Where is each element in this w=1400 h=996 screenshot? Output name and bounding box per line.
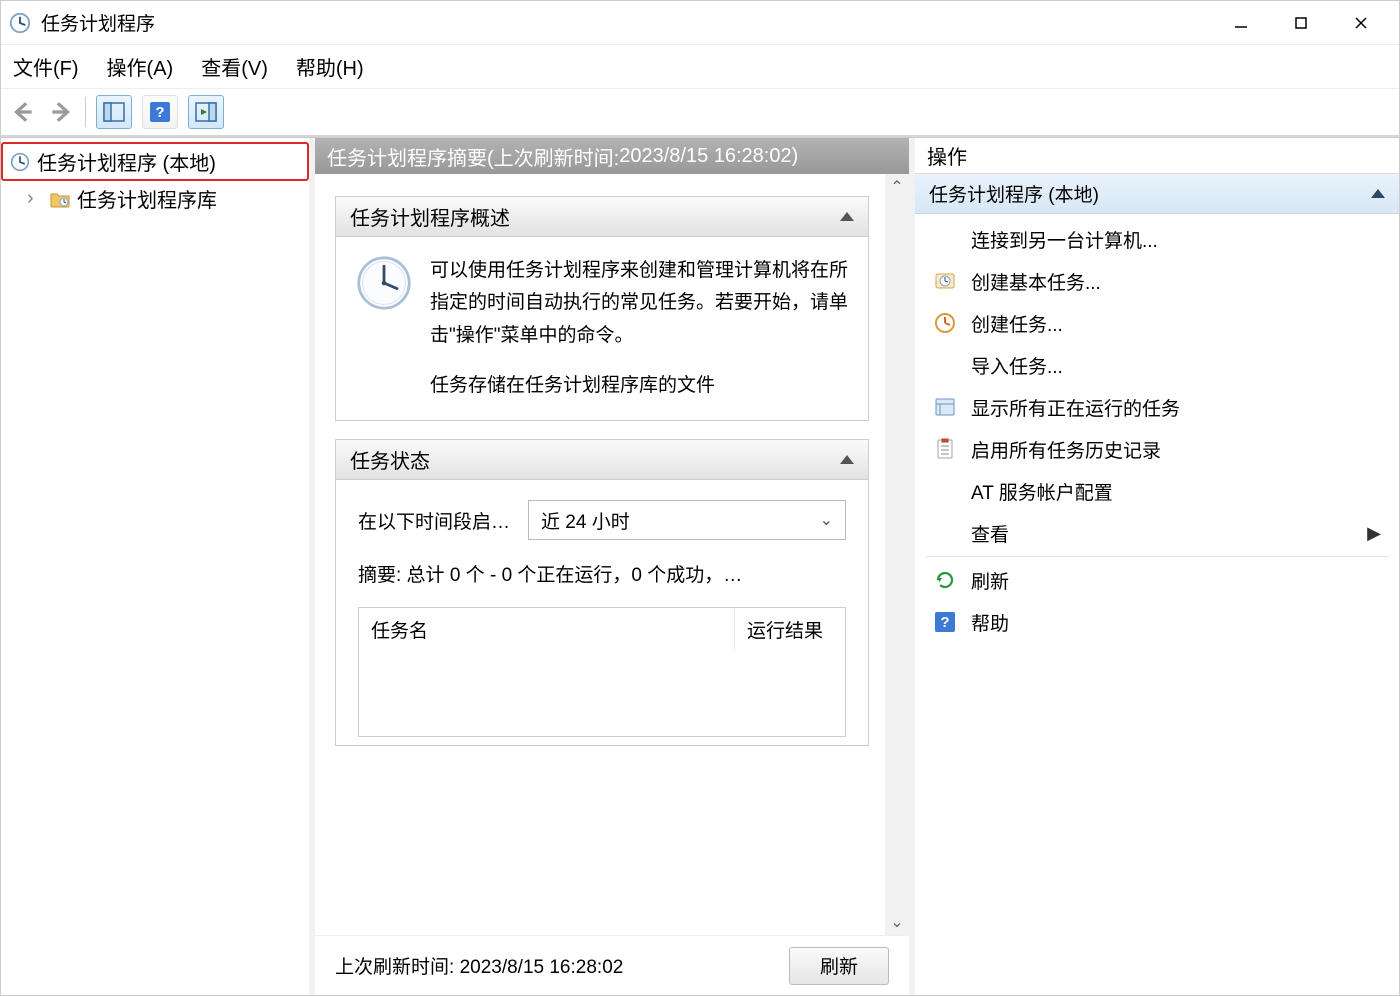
action-label: 启用所有任务历史记录 — [971, 436, 1161, 463]
vertical-scrollbar[interactable]: ⌃ ⌄ — [885, 174, 909, 935]
collapse-icon — [840, 212, 854, 221]
blank-icon — [933, 353, 957, 377]
center-header-suffix: ) — [792, 145, 799, 168]
refresh-button-label: 刷新 — [820, 952, 858, 979]
status-summary: 摘要: 总计 0 个 - 0 个正在运行，0 个成功，… — [358, 560, 846, 587]
col-task-name[interactable]: 任务名 — [359, 608, 735, 651]
scroll-down-icon[interactable]: ⌄ — [885, 909, 909, 935]
footer-time: 2023/8/15 16:28:02 — [460, 957, 624, 978]
toggle-tree-button[interactable] — [96, 95, 132, 129]
app-clock-icon — [9, 12, 31, 34]
action-show-running[interactable]: 显示所有正在运行的任务 — [915, 386, 1399, 428]
overview-section: 任务计划程序概述 可以使用任务计划程序来创建和管理计算机将在所指定的时间自动执行… — [335, 196, 869, 421]
create-basic-task-icon — [933, 269, 957, 293]
action-at-account[interactable]: AT 服务帐户配置 — [915, 470, 1399, 512]
status-header[interactable]: 任务状态 — [336, 440, 868, 480]
help-toolbar-button[interactable]: ? — [142, 95, 178, 129]
overview-text: 可以使用任务计划程序来创建和管理计算机将在所指定的时间自动执行的常见任务。若要开… — [430, 255, 848, 352]
menu-view[interactable]: 查看(V) — [201, 52, 268, 81]
center-footer: 上次刷新时间: 2023/8/15 16:28:02 刷新 — [315, 935, 909, 995]
chevron-right-icon: ▶ — [1367, 523, 1381, 544]
blank-icon — [933, 521, 957, 545]
action-label: 帮助 — [971, 609, 1009, 636]
status-section: 任务状态 在以下时间段启… 近 24 小时 ⌄ 摘要: 总 — [335, 439, 869, 746]
action-label: AT 服务帐户配置 — [971, 478, 1113, 505]
action-label: 创建基本任务... — [971, 268, 1101, 295]
action-label: 连接到另一台计算机... — [971, 226, 1158, 253]
tree-item-library[interactable]: › 任务计划程序库 — [1, 181, 309, 216]
close-button[interactable] — [1331, 3, 1391, 43]
menu-help[interactable]: 帮助(H) — [296, 52, 364, 81]
footer-label: 上次刷新时间: — [335, 957, 460, 978]
chevron-down-icon: ⌄ — [820, 510, 833, 530]
titlebar: 任务计划程序 — [1, 1, 1399, 45]
tasks-table: 任务名 运行结果 — [358, 607, 846, 737]
action-connect-computer[interactable]: 连接到另一台计算机... — [915, 218, 1399, 260]
tree-root[interactable]: 任务计划程序 (本地) — [1, 142, 309, 181]
expander-icon[interactable]: › — [27, 187, 43, 210]
overview-title: 任务计划程序概述 — [350, 202, 510, 231]
running-tasks-icon — [933, 395, 957, 419]
collapse-icon — [840, 455, 854, 464]
window-title: 任务计划程序 — [41, 9, 155, 36]
actions-title: 操作 — [915, 138, 1399, 174]
action-label: 查看 — [971, 520, 1009, 547]
maximize-button[interactable] — [1271, 3, 1331, 43]
clock-large-icon — [356, 255, 412, 402]
help-icon: ? — [933, 610, 957, 634]
actions-group-header[interactable]: 任务计划程序 (本地) — [915, 174, 1399, 214]
status-range-dropdown[interactable]: 近 24 小时 ⌄ — [528, 500, 846, 540]
action-create-basic-task[interactable]: 创建基本任务... — [915, 260, 1399, 302]
nav-forward-button[interactable] — [47, 98, 75, 126]
minimize-button[interactable] — [1211, 3, 1271, 43]
action-import-task[interactable]: 导入任务... — [915, 344, 1399, 386]
action-label: 显示所有正在运行的任务 — [971, 394, 1180, 421]
divider — [925, 556, 1389, 557]
action-enable-history[interactable]: 启用所有任务历史记录 — [915, 428, 1399, 470]
nav-back-button[interactable] — [9, 98, 37, 126]
status-title: 任务状态 — [350, 445, 430, 474]
clock-icon — [9, 151, 31, 173]
center-header-prefix: 任务计划程序摘要(上次刷新时间: — [327, 142, 619, 171]
scroll-up-icon[interactable]: ⌃ — [885, 174, 909, 200]
action-view[interactable]: 查看 ▶ — [915, 512, 1399, 554]
tree-pane: 任务计划程序 (本地) › 任务计划程序库 — [1, 138, 315, 995]
menubar: 文件(F) 操作(A) 查看(V) 帮助(H) — [1, 45, 1399, 89]
actions-pane: 操作 任务计划程序 (本地) 连接到另一台计算机... 创建基本任务... — [915, 138, 1399, 995]
svg-text:?: ? — [940, 614, 949, 631]
svg-text:?: ? — [155, 104, 164, 121]
menu-file[interactable]: 文件(F) — [13, 52, 79, 81]
blank-icon — [933, 479, 957, 503]
tree-root-label: 任务计划程序 (本地) — [37, 147, 216, 176]
overview-header[interactable]: 任务计划程序概述 — [336, 197, 868, 237]
action-label: 导入任务... — [971, 352, 1063, 379]
actions-group-label: 任务计划程序 (本地) — [929, 180, 1099, 207]
refresh-button[interactable]: 刷新 — [789, 947, 889, 985]
action-create-task[interactable]: 创建任务... — [915, 302, 1399, 344]
status-range-value: 近 24 小时 — [541, 507, 630, 534]
history-icon — [933, 437, 957, 461]
tree-library-label: 任务计划程序库 — [77, 184, 217, 213]
overview-extra: 任务存储在任务计划程序库的文件 — [430, 370, 848, 402]
col-task-result[interactable]: 运行结果 — [735, 608, 845, 651]
action-refresh[interactable]: 刷新 — [915, 559, 1399, 601]
create-task-icon — [933, 311, 957, 335]
collapse-icon — [1371, 189, 1385, 198]
folder-icon — [49, 188, 71, 210]
refresh-icon — [933, 568, 957, 592]
action-help[interactable]: ? 帮助 — [915, 601, 1399, 643]
toolbar-separator — [85, 97, 86, 127]
toolbar: ? — [1, 89, 1399, 137]
menu-action[interactable]: 操作(A) — [107, 52, 174, 81]
center-header: 任务计划程序摘要(上次刷新时间: 2023/8/15 16:28:02) — [315, 138, 909, 174]
action-label: 刷新 — [971, 567, 1009, 594]
toggle-actions-button[interactable] — [188, 95, 224, 129]
blank-icon — [933, 227, 957, 251]
action-label: 创建任务... — [971, 310, 1063, 337]
center-header-time: 2023/8/15 16:28:02 — [619, 145, 791, 168]
status-range-label: 在以下时间段启… — [358, 507, 510, 534]
